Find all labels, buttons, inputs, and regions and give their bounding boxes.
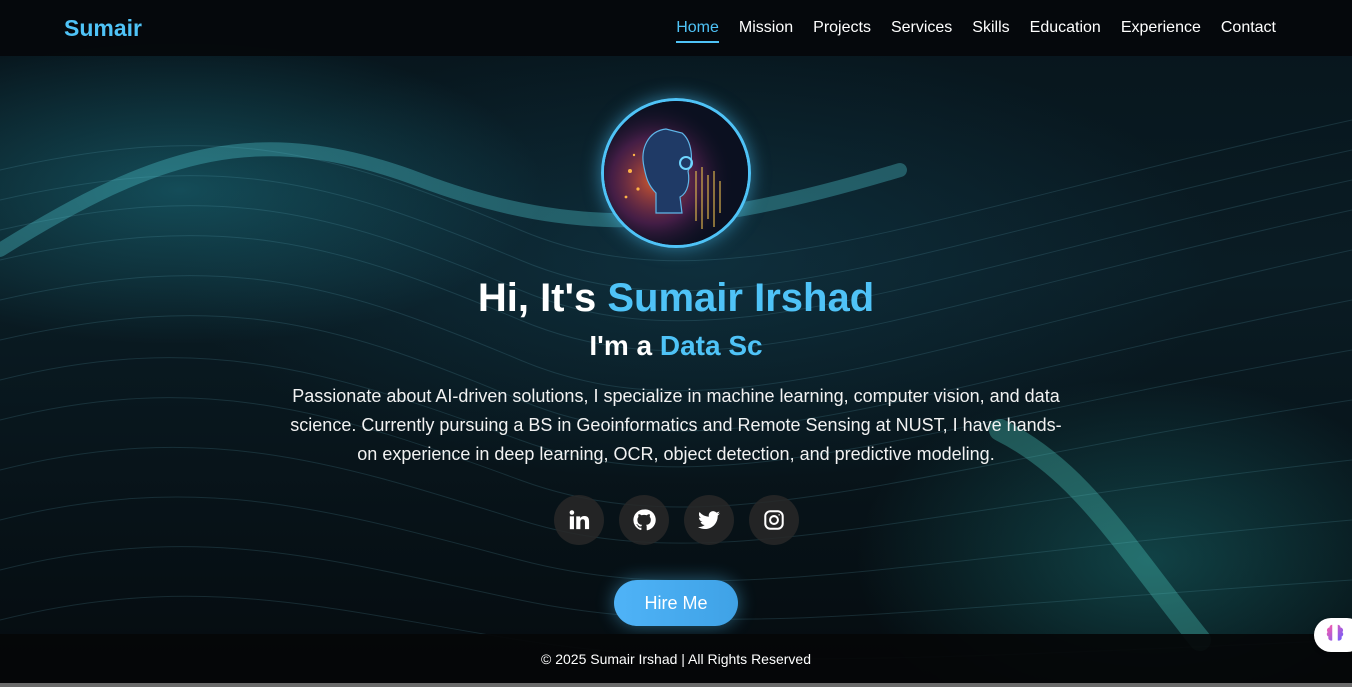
github-icon[interactable] (618, 495, 669, 545)
hero-heading: Hi, It's Sumair Irshad (478, 274, 874, 322)
footer: © 2025 Sumair Irshad | All Rights Reserv… (0, 634, 1352, 683)
nav-education[interactable]: Education (1030, 13, 1101, 43)
main-nav: Home Mission Projects Services Skills Ed… (676, 13, 1276, 43)
brain-icon (1324, 622, 1346, 649)
nav-services[interactable]: Services (891, 13, 952, 43)
brand-logo[interactable]: Sumair (64, 15, 142, 42)
role-prefix: I'm a (589, 330, 660, 361)
nav-skills[interactable]: Skills (972, 13, 1009, 43)
hero-role: I'm a Data Sc (589, 328, 762, 364)
social-links (553, 495, 799, 545)
role-typed-text: Data Sc (659, 330, 763, 361)
linkedin-icon[interactable] (553, 495, 604, 545)
top-navbar: Sumair Home Mission Projects Services Sk… (0, 0, 1352, 56)
instagram-icon[interactable] (748, 495, 799, 545)
hero-section: Hi, It's Sumair Irshad I'm a Data Sc Pas… (0, 56, 1352, 634)
hero-description: Passionate about AI-driven solutions, I … (290, 386, 1062, 464)
profile-avatar (601, 98, 751, 248)
copyright-text: © 2025 Sumair Irshad | All Rights Reserv… (541, 650, 811, 667)
nav-mission[interactable]: Mission (739, 13, 793, 43)
floating-assistant-button[interactable] (1314, 618, 1352, 652)
nav-home[interactable]: Home (676, 13, 719, 43)
hero-name: Sumair Irshad (607, 276, 875, 320)
greeting-text: Hi, It's (477, 276, 608, 320)
nav-contact[interactable]: Contact (1221, 13, 1276, 43)
nav-experience[interactable]: Experience (1121, 13, 1201, 43)
nav-projects[interactable]: Projects (813, 13, 871, 43)
window-bottom-edge (0, 683, 1352, 687)
twitter-icon[interactable] (683, 495, 734, 545)
hire-me-button[interactable]: Hire Me (614, 580, 738, 626)
